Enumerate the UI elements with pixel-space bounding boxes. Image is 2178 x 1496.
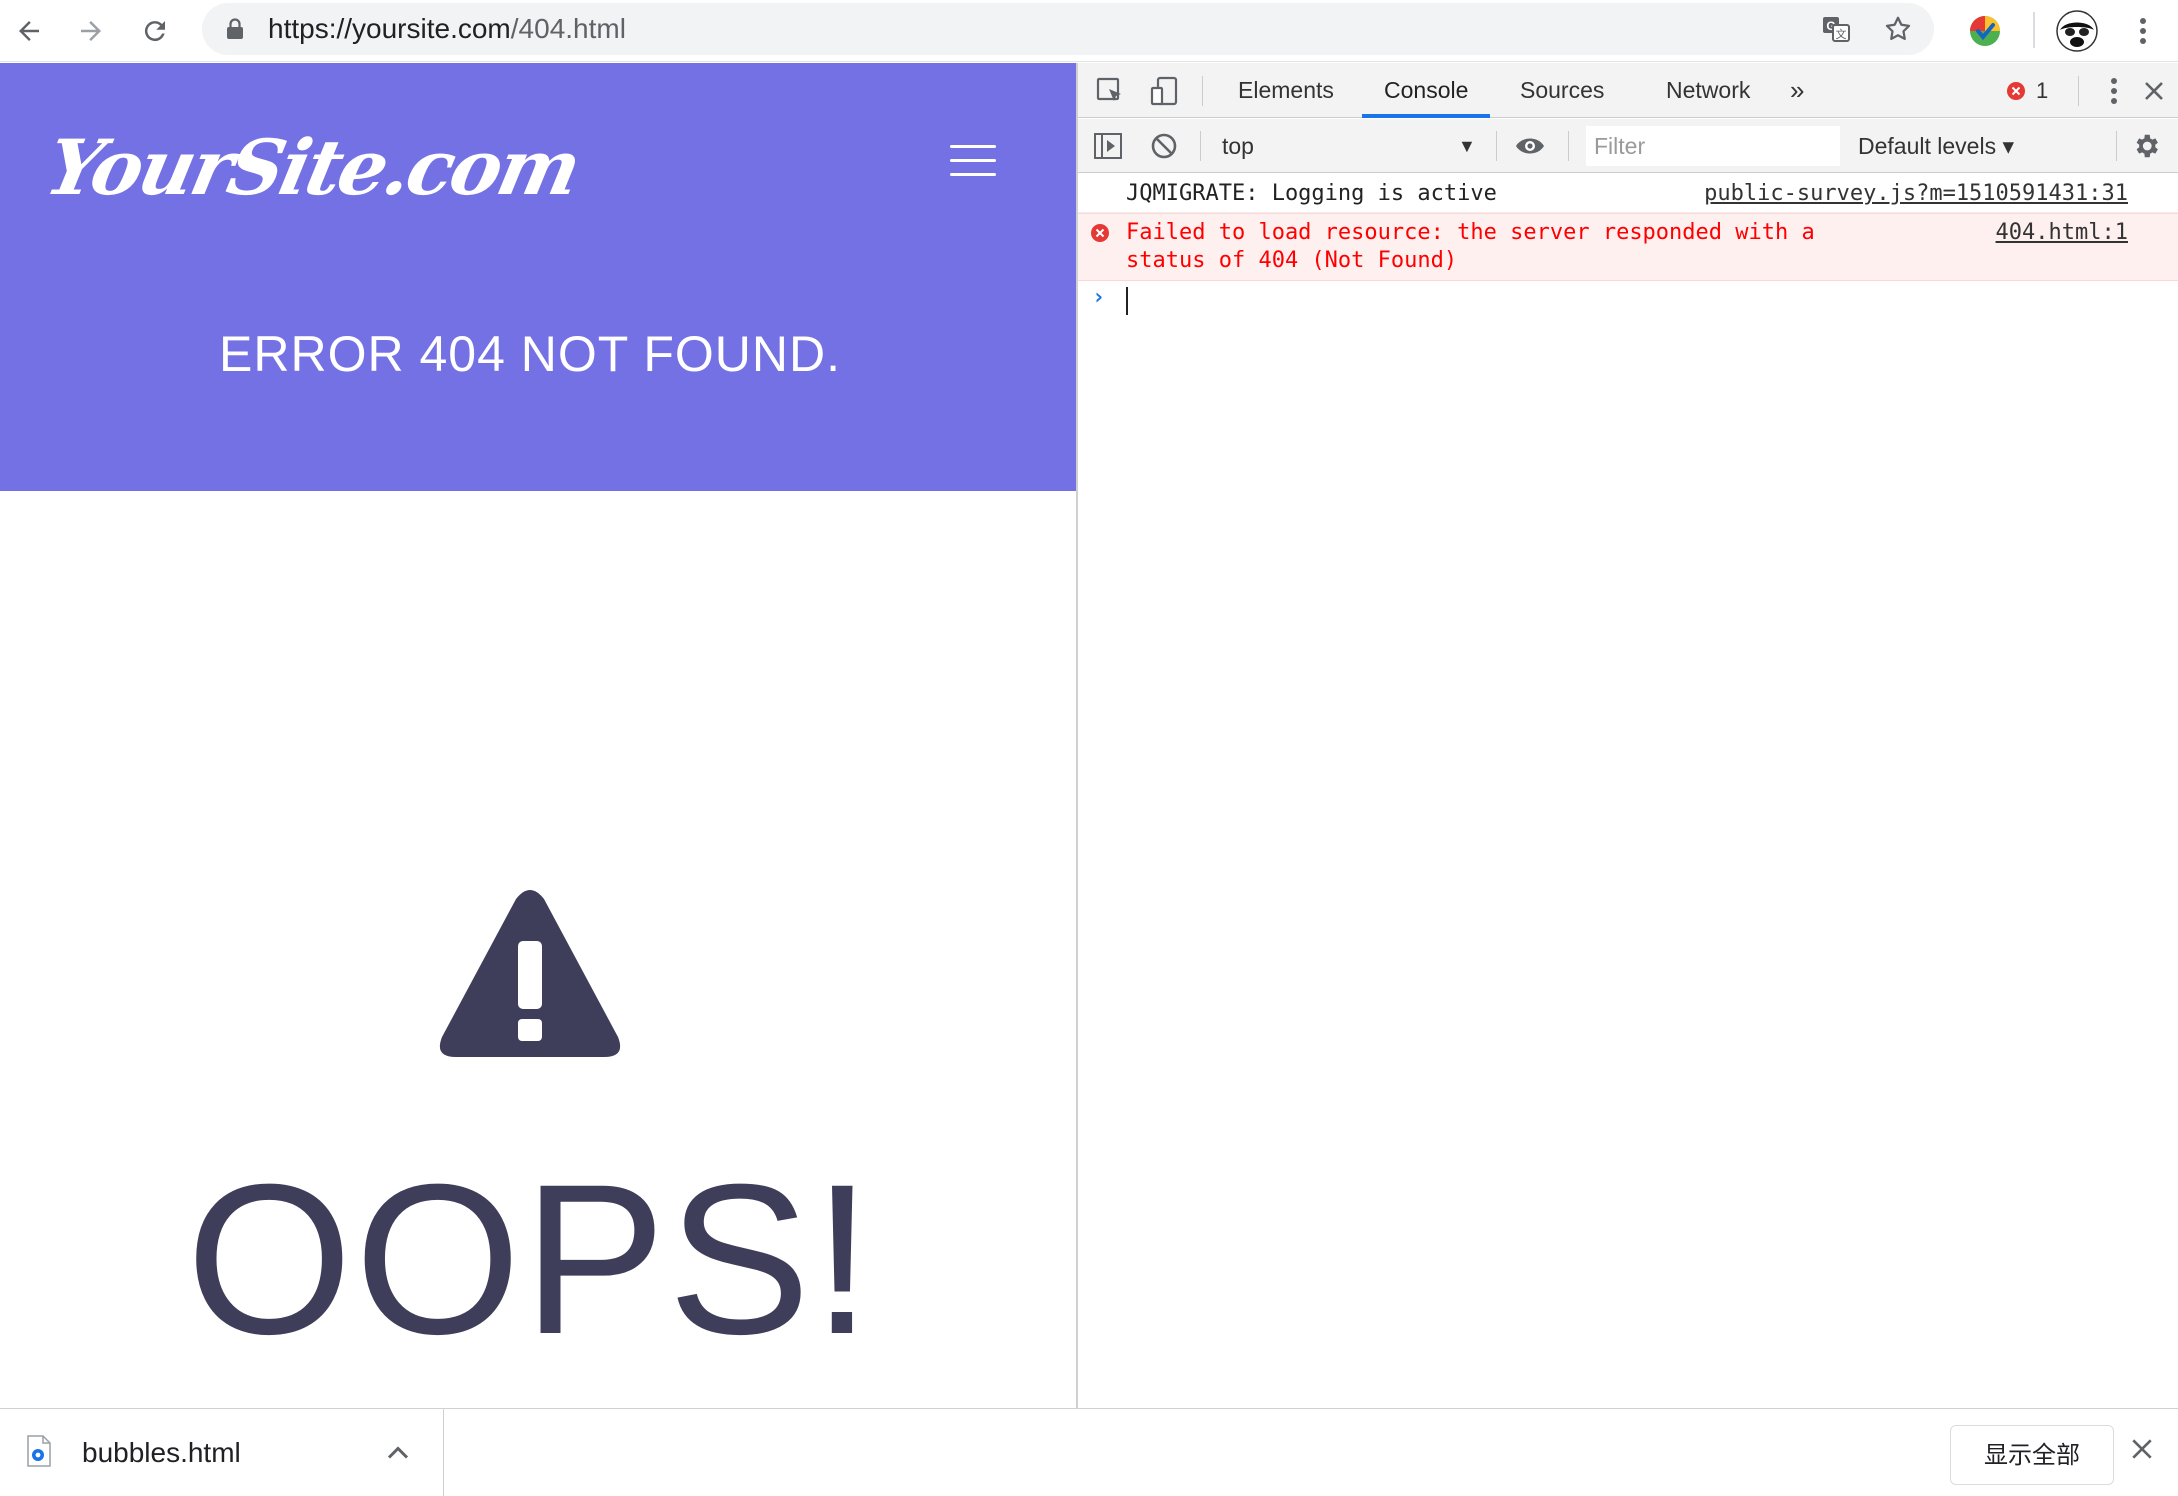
oops-text: OOPS! <box>186 1140 874 1379</box>
chevron-up-icon[interactable] <box>380 1435 416 1476</box>
show-all-downloads-button[interactable]: 显示全部 <box>1950 1425 2114 1485</box>
log-levels-label: Default levels <box>1858 133 1997 159</box>
toolbar-divider <box>2033 12 2035 48</box>
site-logo[interactable]: YourSite.com <box>39 123 587 212</box>
device-toolbar-icon[interactable] <box>1148 75 1180 107</box>
log-source-link[interactable]: public-survey.js?m=1510591431:31 <box>1704 180 2128 208</box>
toolbar-separator <box>2116 131 2117 161</box>
lock-icon <box>226 18 244 45</box>
tab-elements[interactable]: Elements <box>1216 63 1356 118</box>
warning-icon <box>438 889 622 1064</box>
reload-icon[interactable] <box>130 6 180 56</box>
tab-network[interactable]: Network <box>1644 63 1772 118</box>
show-sidebar-icon[interactable] <box>1092 130 1124 162</box>
context-selector[interactable]: top <box>1222 119 1254 173</box>
profile-avatar[interactable] <box>2054 8 2100 54</box>
download-item[interactable]: bubbles.html <box>0 1409 444 1496</box>
inspect-element-icon[interactable] <box>1094 75 1126 107</box>
html-file-icon <box>26 1435 52 1472</box>
menu-kebab-icon[interactable] <box>2120 8 2166 54</box>
extension-icon[interactable] <box>1962 8 2008 54</box>
text-caret <box>1126 287 1128 315</box>
browser-toolbar: https://yoursite.com/404.html G文 <box>0 0 2178 62</box>
hero-banner: YourSite.com ERROR 404 NOT FOUND. <box>0 63 1076 491</box>
devtools-tabbar: Elements Console Sources Network » 1 <box>1078 63 2178 118</box>
download-file-name: bubbles.html <box>82 1437 241 1468</box>
more-tabs-icon[interactable]: » <box>1768 63 1826 118</box>
forward-icon[interactable] <box>66 6 116 56</box>
close-devtools-icon[interactable] <box>2138 75 2170 107</box>
devtools-menu-icon[interactable] <box>2098 75 2130 107</box>
bookmark-star-icon[interactable] <box>1882 13 1914 45</box>
console-prompt[interactable]: › <box>1078 281 2178 321</box>
browser-window: https://yoursite.com/404.html G文 YourSit… <box>0 0 2178 1496</box>
error-count[interactable]: 1 <box>2036 63 2048 118</box>
error-heading: ERROR 404 NOT FOUND. <box>219 326 841 382</box>
toolbar-separator <box>1568 131 1569 161</box>
back-icon[interactable] <box>4 6 54 56</box>
translate-icon[interactable]: G文 <box>1820 13 1852 45</box>
tab-separator <box>2078 76 2079 106</box>
clear-console-icon[interactable] <box>1148 130 1180 162</box>
error-badge-icon[interactable] <box>2006 75 2026 107</box>
console-message-log: JQMIGRATE: Logging is active public-surv… <box>1078 174 2178 213</box>
svg-text:文: 文 <box>1836 27 1847 41</box>
console-output: JQMIGRATE: Logging is active public-surv… <box>1078 174 2178 321</box>
web-page: YourSite.com ERROR 404 NOT FOUND. OOPS! <box>0 63 1076 1408</box>
devtools-panel: Elements Console Sources Network » 1 top… <box>1078 63 2178 1408</box>
error-icon <box>1090 223 1110 251</box>
error-source-link[interactable]: 404.html:1 <box>1996 219 2128 247</box>
tab-separator <box>1202 76 1203 106</box>
download-shelf: bubbles.html 显示全部 <box>0 1408 2178 1496</box>
prompt-chevron-icon: › <box>1092 285 1106 310</box>
log-levels-dropdown[interactable]: Default levels ▾ <box>1858 119 2014 173</box>
console-toolbar: top ▼ Default levels ▾ <box>1078 119 2178 173</box>
toolbar-separator <box>1200 131 1201 161</box>
error-text: Failed to load resource: the server resp… <box>1126 220 1815 273</box>
console-settings-gear-icon[interactable] <box>2130 130 2162 162</box>
console-filter-input[interactable] <box>1586 126 1840 166</box>
close-shelf-icon[interactable] <box>2130 1437 2154 1466</box>
live-expression-eye-icon[interactable] <box>1514 130 1546 162</box>
console-message-error: Failed to load resource: the server resp… <box>1078 213 2178 281</box>
toolbar-separator <box>1496 131 1497 161</box>
address-bar[interactable]: https://yoursite.com/404.html G文 <box>202 3 1934 55</box>
hamburger-menu-icon[interactable] <box>950 145 996 177</box>
log-text: JQMIGRATE: Logging is active <box>1126 181 1497 206</box>
context-dropdown-icon[interactable]: ▼ <box>1458 119 1476 173</box>
tab-sources[interactable]: Sources <box>1498 63 1626 118</box>
url-text: https://yoursite.com/404.html <box>268 13 626 44</box>
tab-console[interactable]: Console <box>1362 63 1491 118</box>
